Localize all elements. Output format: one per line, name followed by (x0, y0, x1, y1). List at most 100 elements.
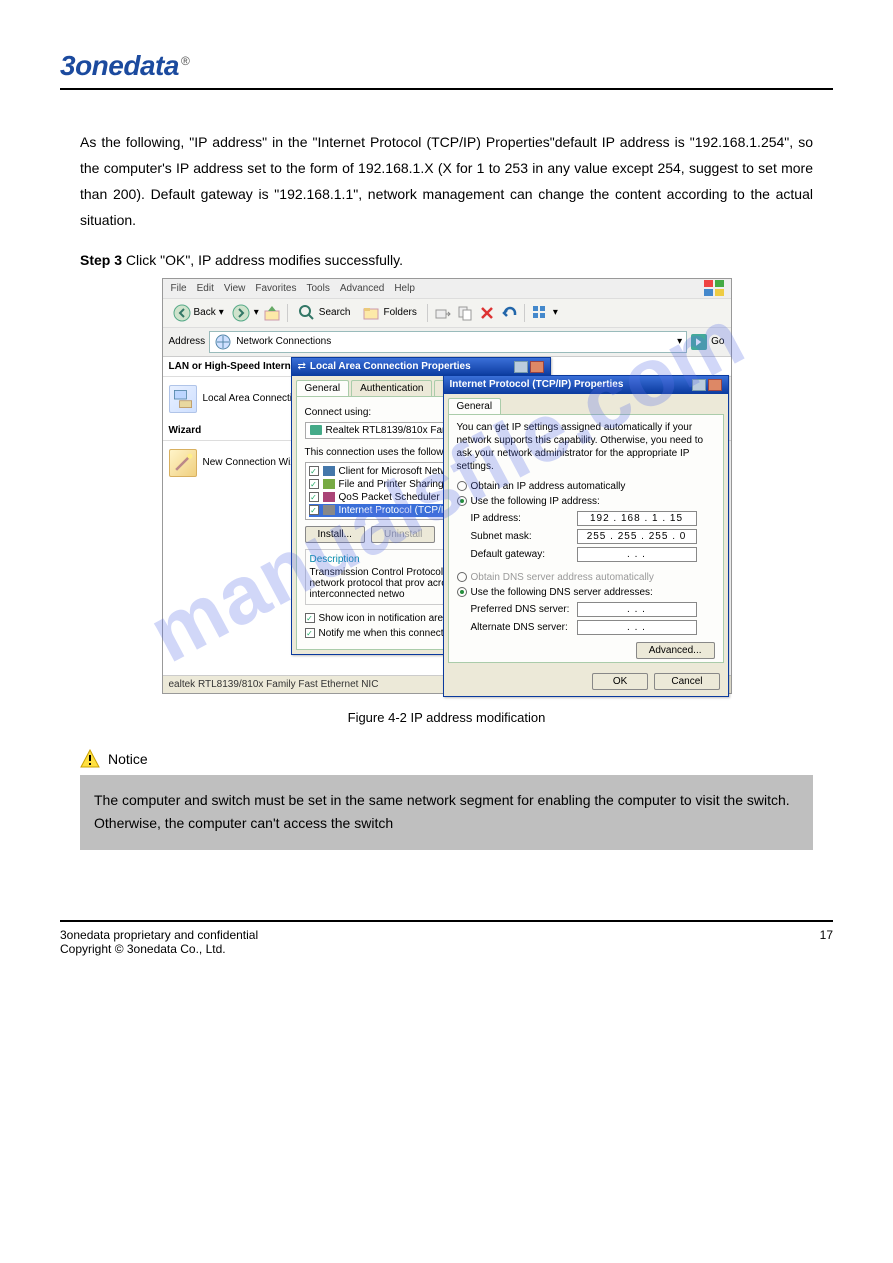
gateway-input[interactable]: . . . (577, 547, 697, 562)
undo-icon[interactable] (500, 304, 518, 322)
radio-use-ip[interactable] (457, 496, 467, 506)
footer-left: 3onedata proprietary and confidential Co… (60, 928, 258, 956)
close-button[interactable] (530, 361, 544, 373)
ip-label: IP address: (471, 513, 571, 524)
client-icon (323, 466, 335, 476)
radio-use-label: Use the following IP address: (471, 496, 600, 507)
warning-icon (80, 749, 100, 769)
footer: 3onedata proprietary and confidential Co… (60, 920, 833, 956)
alt-dns-input[interactable]: . . . (577, 620, 697, 635)
logo-reg: ® (181, 54, 190, 68)
search-icon (298, 304, 316, 322)
back-button[interactable]: Back ▾ (169, 302, 228, 324)
back-icon (173, 304, 191, 322)
views-icon[interactable] (531, 304, 549, 322)
help-button[interactable] (514, 361, 528, 373)
radio-auto-ip[interactable] (457, 481, 467, 491)
dropdown-icon: ▾ (254, 307, 259, 318)
forward-icon[interactable] (232, 304, 250, 322)
checkbox-icon[interactable]: ✓ (309, 492, 319, 502)
windows-flag-icon (703, 279, 727, 299)
tcp-note: You can get IP settings assigned automat… (457, 421, 715, 473)
tcp-titlebar: Internet Protocol (TCP/IP) Properties (444, 376, 728, 394)
advanced-button[interactable]: Advanced... (636, 642, 715, 659)
install-button[interactable]: Install... (305, 526, 365, 543)
tab-general[interactable]: General (448, 398, 502, 414)
pref-dns-label: Preferred DNS server: (471, 604, 571, 615)
radio-auto-label: Obtain an IP address automatically (471, 481, 626, 492)
screenshot: File Edit View Favorites Tools Advanced … (162, 278, 732, 694)
network-icon (214, 333, 232, 351)
share-icon (323, 479, 335, 489)
cancel-button[interactable]: Cancel (654, 673, 719, 690)
menu-edit[interactable]: Edit (197, 283, 214, 294)
wizard-icon (169, 449, 197, 477)
logo-bar: 3onedata ® (60, 50, 833, 90)
back-label: Back (194, 307, 216, 318)
go-button[interactable] (691, 334, 707, 350)
copy-icon[interactable] (456, 304, 474, 322)
checkbox-icon[interactable]: ✓ (305, 628, 315, 638)
subnet-input[interactable]: 255 . 255 . 255 . 0 (577, 529, 697, 544)
checkbox-icon[interactable]: ✓ (309, 466, 319, 476)
pref-dns-input[interactable]: . . . (577, 602, 697, 617)
radio-auto-dns (457, 572, 467, 582)
toolbar: Back ▾ ▾ Search Folders (163, 298, 731, 328)
step-label: Step 3 (80, 252, 122, 268)
go-label: Go (711, 336, 724, 347)
address-field[interactable]: Network Connections ▾ (209, 331, 687, 353)
help-button[interactable] (692, 379, 706, 391)
dropdown-icon[interactable]: ▾ (677, 336, 682, 347)
menu-help[interactable]: Help (394, 283, 415, 294)
folders-button[interactable]: Folders (358, 302, 420, 324)
ip-input[interactable]: 192 . 168 . 1 . 15 (577, 511, 697, 526)
menu-file[interactable]: File (171, 283, 187, 294)
folders-icon (362, 304, 380, 322)
note-box: The computer and switch must be set in t… (80, 775, 813, 851)
menubar: File Edit View Favorites Tools Advanced … (163, 279, 731, 298)
connection-icon: ⇄ (298, 361, 306, 372)
tcpip-icon (323, 505, 335, 515)
qos-icon (323, 492, 335, 502)
gateway-label: Default gateway: (471, 549, 571, 560)
lac-title: Local Area Connection Properties (310, 361, 471, 372)
menu-tools[interactable]: Tools (306, 283, 329, 294)
address-label: Address (169, 336, 206, 347)
menu-view[interactable]: View (224, 283, 246, 294)
radio-use-dns[interactable] (457, 587, 467, 597)
dropdown-icon: ▾ (553, 307, 558, 318)
step-heading: Step 3 Click "OK", IP address modifies s… (80, 252, 813, 268)
nic-icon (310, 425, 322, 435)
lac-icon (169, 385, 197, 413)
menu-advanced[interactable]: Advanced (340, 283, 384, 294)
logo-text: 3onedata (60, 50, 179, 82)
step-text: Click "OK", IP address modifies successf… (126, 252, 403, 268)
delete-icon[interactable] (478, 304, 496, 322)
tab-authentication[interactable]: Authentication (351, 380, 432, 396)
figure-caption: Figure 4-2 IP address modification (60, 710, 833, 725)
address-bar: Address Network Connections ▾ Go (163, 328, 731, 357)
checkbox-icon[interactable]: ✓ (305, 613, 315, 623)
folders-label: Folders (383, 307, 416, 318)
search-button[interactable]: Search (294, 302, 355, 324)
dropdown-icon: ▾ (219, 307, 224, 318)
checkbox-icon[interactable]: ✓ (309, 479, 319, 489)
address-value: Network Connections (236, 336, 331, 347)
lac-label: Local Area Connection (203, 393, 304, 404)
tab-general[interactable]: General (296, 380, 350, 396)
notice-label: Notice (108, 751, 148, 767)
item-label: Internet Protocol (TCP/IP) (339, 505, 454, 516)
uninstall-button[interactable]: Uninstall (371, 526, 435, 543)
checkbox-icon[interactable]: ✓ (309, 505, 319, 515)
lac-titlebar: ⇄ Local Area Connection Properties (292, 358, 550, 376)
alt-dns-label: Alternate DNS server: (471, 622, 571, 633)
menu-favorites[interactable]: Favorites (255, 283, 296, 294)
subnet-label: Subnet mask: (471, 531, 571, 542)
close-button[interactable] (708, 379, 722, 391)
item-label: QoS Packet Scheduler (339, 492, 440, 503)
radio-use-dns-label: Use the following DNS server addresses: (471, 587, 653, 598)
move-icon[interactable] (434, 304, 452, 322)
intro-paragraph: As the following, "IP address" in the "I… (80, 130, 813, 234)
up-icon[interactable] (263, 304, 281, 322)
ok-button[interactable]: OK (592, 673, 648, 690)
